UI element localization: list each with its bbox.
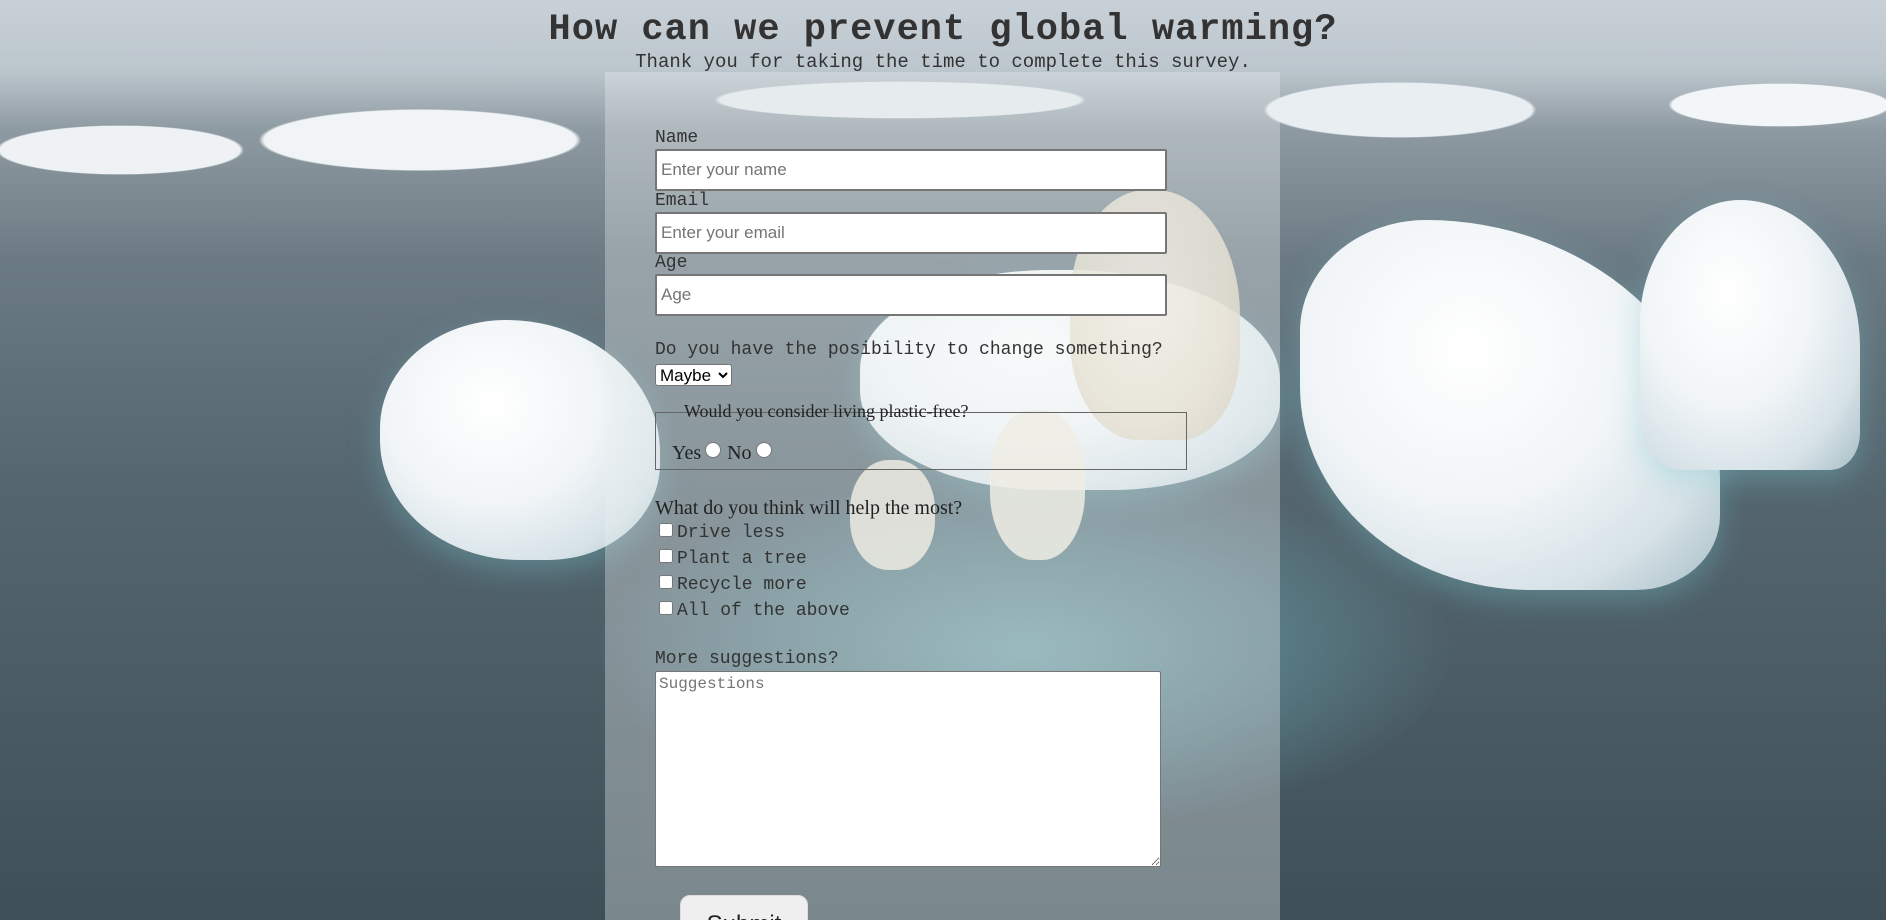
checkbox-all-of-the-above[interactable]: [659, 601, 673, 615]
age-input[interactable]: [655, 274, 1167, 316]
checkbox-recycle-more[interactable]: [659, 575, 673, 589]
name-label: Name: [655, 128, 699, 148]
suggestions-textarea[interactable]: [655, 671, 1161, 867]
checkbox-row-plant-a-tree: Plant a tree: [659, 549, 807, 569]
checkbox-plant-a-tree[interactable]: [659, 549, 673, 563]
possibility-label: Do you have the posibility to change som…: [655, 340, 1163, 360]
email-label: Email: [655, 191, 710, 211]
checkbox-label-drive-less: Drive less: [677, 523, 786, 543]
page-subtitle: Thank you for taking the time to complet…: [635, 51, 1251, 73]
ice-floe: [1640, 200, 1860, 470]
plastic-free-fieldset: Would you consider living plastic-free? …: [655, 401, 1187, 470]
email-input[interactable]: [655, 212, 1167, 254]
radio-yes[interactable]: [705, 442, 722, 458]
submit-button[interactable]: Submit: [680, 895, 808, 920]
checkbox-row-all-of-the-above: All of the above: [659, 601, 850, 621]
radio-no[interactable]: [755, 442, 772, 458]
plastic-free-legend: Would you consider living plastic-free?: [684, 401, 969, 421]
name-input[interactable]: [655, 149, 1167, 191]
checkbox-label-recycle-more: Recycle more: [677, 575, 807, 595]
radio-label-no: No: [727, 442, 752, 464]
checkbox-label-plant-a-tree: Plant a tree: [677, 549, 807, 569]
radio-label-yes: Yes: [672, 442, 702, 464]
checkbox-drive-less[interactable]: [659, 523, 673, 537]
age-label: Age: [655, 253, 688, 273]
checkbox-label-all-of-the-above: All of the above: [677, 601, 850, 621]
page-header: How can we prevent global warming? Thank…: [0, 8, 1886, 72]
page-title: How can we prevent global warming?: [548, 9, 1338, 51]
plastic-free-options: Yes No: [672, 442, 776, 464]
possibility-select[interactable]: Maybe: [655, 364, 732, 386]
suggestions-label: More suggestions?: [655, 649, 839, 669]
checkbox-row-drive-less: Drive less: [659, 523, 785, 543]
help-most-label: What do you think will help the most?: [655, 497, 963, 519]
checkbox-row-recycle-more: Recycle more: [659, 575, 807, 595]
